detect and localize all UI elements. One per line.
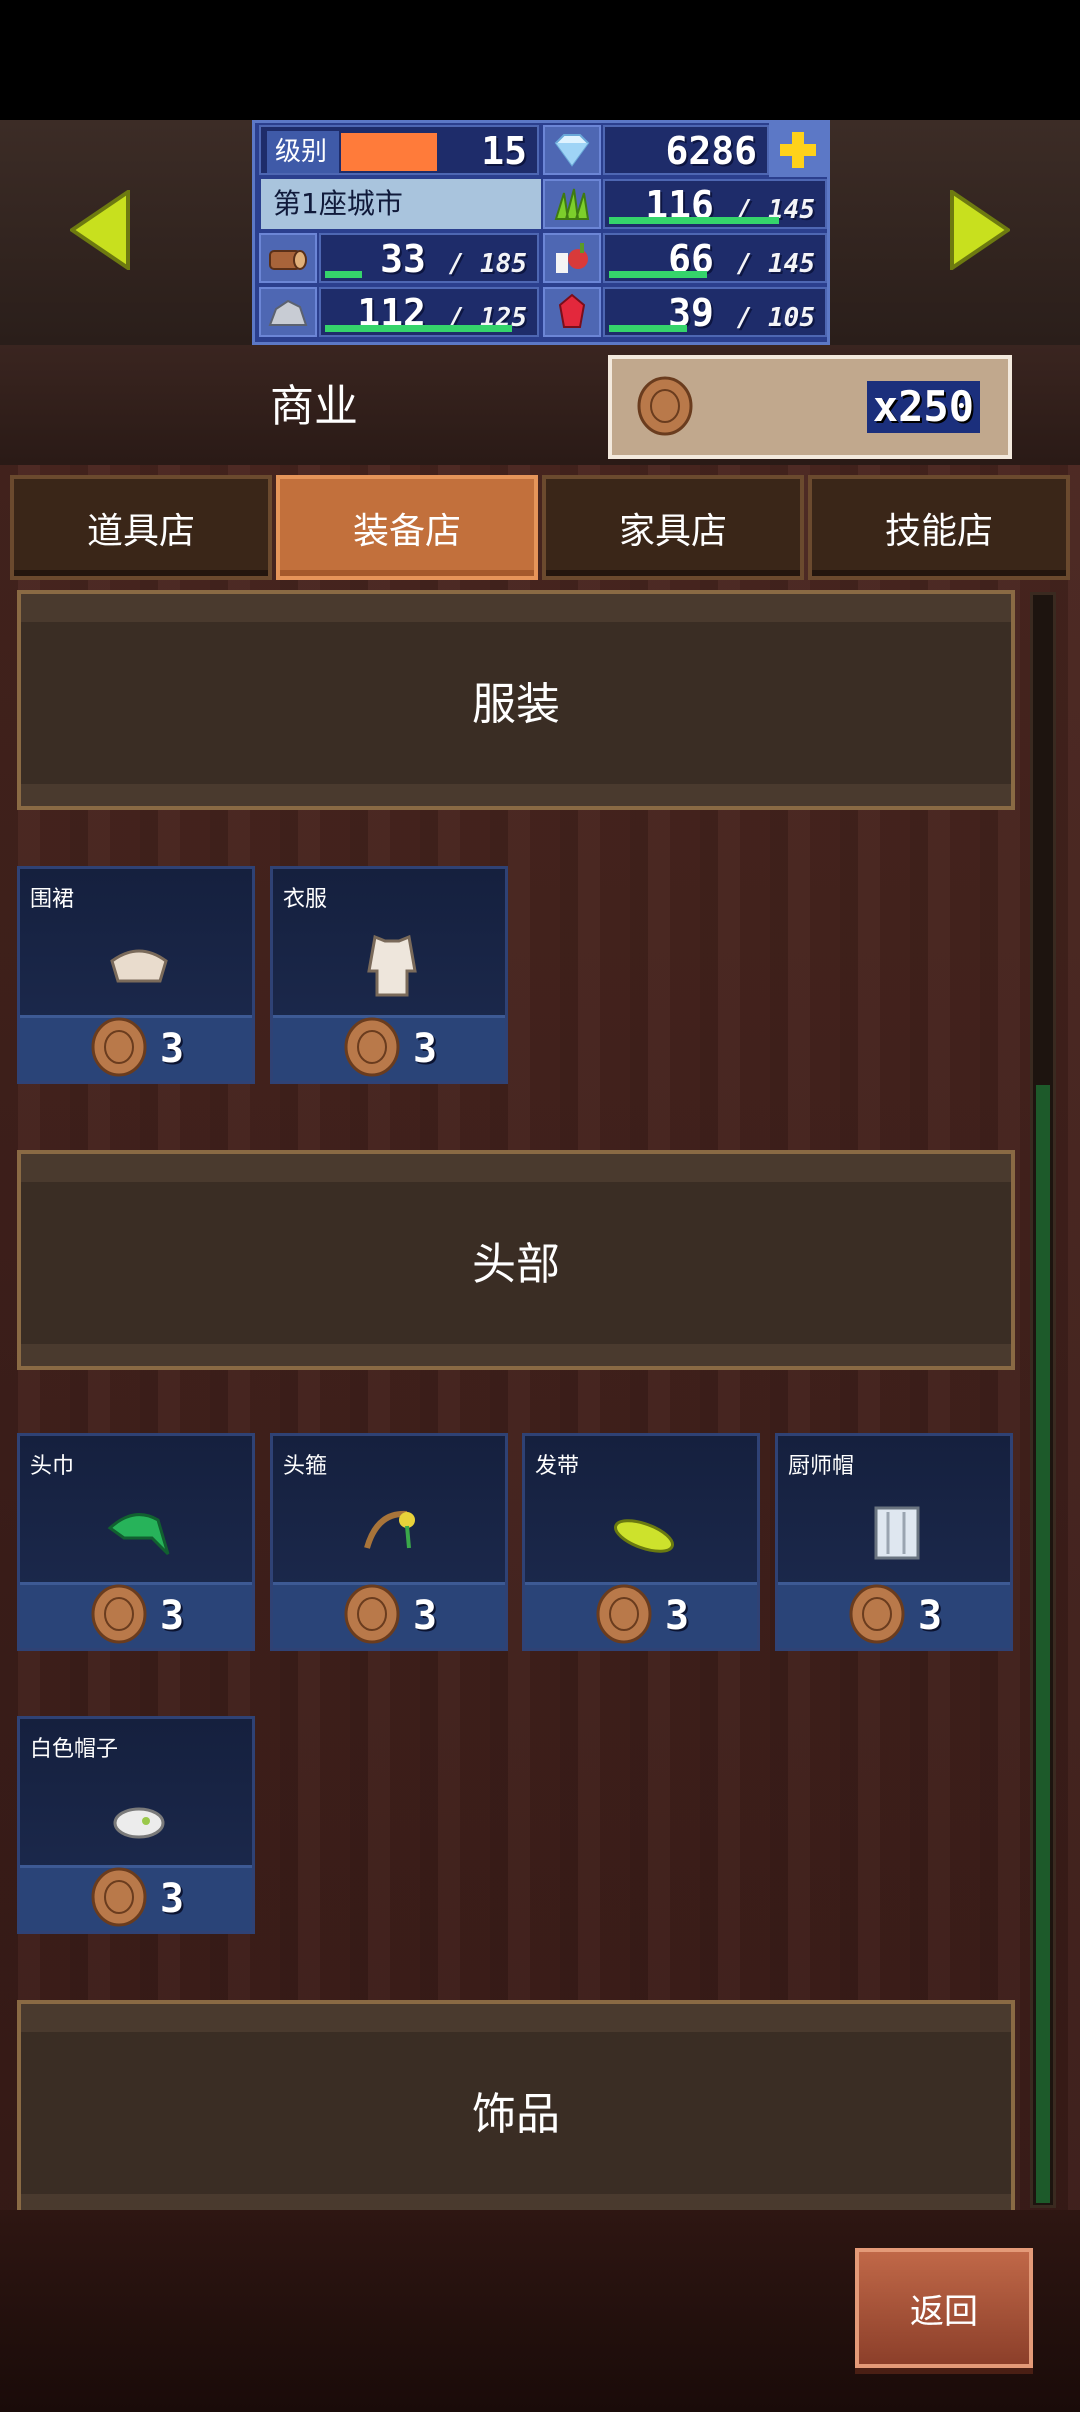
item-name: 头巾 xyxy=(30,1454,75,1479)
gems-cell: 6286 xyxy=(603,125,769,175)
level-progress-bar xyxy=(341,133,437,171)
ruby-icon xyxy=(543,287,601,337)
item-price: 3 xyxy=(525,1582,757,1648)
item-price: 3 xyxy=(273,1582,505,1648)
wood-cell: 33 / 185 xyxy=(319,233,539,283)
gem-icon xyxy=(543,125,601,175)
log-icon xyxy=(344,1017,400,1077)
arrow-right-icon xyxy=(950,188,1012,272)
item-name: 衣服 xyxy=(283,887,328,912)
item-price-value: 3 xyxy=(413,1593,438,1639)
item-card-hairband[interactable]: 发带 3 xyxy=(522,1433,760,1651)
item-card-apron[interactable]: 围裙 3 xyxy=(17,866,255,1084)
scrollbar[interactable] xyxy=(1030,592,1056,2208)
item-price: 3 xyxy=(273,1015,505,1081)
item-price-value: 3 xyxy=(160,1876,185,1922)
page-title: 商业 xyxy=(270,381,358,432)
level-value: 15 xyxy=(481,129,527,173)
level-cell: 级别 15 xyxy=(259,125,539,175)
item-price: 3 xyxy=(20,1582,252,1648)
stone-icon xyxy=(259,287,317,337)
add-gems-button[interactable] xyxy=(769,123,827,177)
plants-progress xyxy=(609,217,779,224)
white-hat-icon xyxy=(113,1807,165,1839)
item-price-value: 3 xyxy=(160,1593,185,1639)
commerce-header: 商业 x250 xyxy=(0,345,1080,465)
plant-icon xyxy=(543,179,601,229)
log-icon xyxy=(637,376,693,436)
city-name: 第1座城市 xyxy=(261,179,541,229)
category-clothing: 服装 xyxy=(17,590,1015,810)
food-icon xyxy=(543,233,601,283)
item-price-value: 3 xyxy=(918,1593,943,1639)
item-card-clothes[interactable]: 衣服 3 xyxy=(270,866,508,1084)
footer: 返回 xyxy=(0,2210,1080,2412)
wood-count: x250 xyxy=(866,381,980,433)
item-price-value: 3 xyxy=(413,1026,438,1072)
gems-value: 6286 xyxy=(665,129,757,173)
bandana-icon xyxy=(107,1513,170,1556)
food-max: 145 xyxy=(768,249,815,279)
next-city-arrow[interactable] xyxy=(950,188,1012,272)
log-icon xyxy=(849,1584,905,1644)
arrow-left-icon xyxy=(68,188,130,272)
item-name: 围裙 xyxy=(30,887,75,912)
ruby-max: 105 xyxy=(768,303,815,333)
ruby-cell: 39 / 105 xyxy=(603,287,827,337)
item-name: 发带 xyxy=(535,1454,580,1479)
wood-counter: x250 xyxy=(608,355,1012,459)
log-icon xyxy=(91,1017,147,1077)
resource-panel: 级别 15 6286 第1座城市 116 / 145 33 / 185 66 /… xyxy=(252,120,830,345)
plants-cell: 116 / 145 xyxy=(603,179,827,229)
stone-cell: 112 / 125 xyxy=(319,287,539,337)
apron-icon xyxy=(110,949,168,983)
item-list[interactable]: 服装 围裙 3 衣服 3 头部 头巾 3 头箍 3 发带 3 厨师帽 3 白色帽… xyxy=(0,590,1035,2210)
status-bar xyxy=(0,0,1080,120)
previous-city-arrow[interactable] xyxy=(68,188,130,272)
clothes-icon xyxy=(367,934,417,997)
item-price-value: 3 xyxy=(665,1593,690,1639)
item-card-bandana[interactable]: 头巾 3 xyxy=(17,1433,255,1651)
item-price-value: 3 xyxy=(160,1026,185,1072)
item-card-headband[interactable]: 头箍 3 xyxy=(270,1433,508,1651)
item-card-chef-hat[interactable]: 厨师帽 3 xyxy=(775,1433,1013,1651)
item-name: 白色帽子 xyxy=(30,1737,119,1762)
back-button[interactable]: 返回 xyxy=(855,2248,1033,2368)
log-icon xyxy=(596,1584,652,1644)
item-name: 头箍 xyxy=(283,1454,328,1479)
wood-icon xyxy=(259,233,317,283)
item-price: 3 xyxy=(20,1015,252,1081)
category-accessories: 饰品 xyxy=(17,2000,1015,2210)
shop-tabs: 道具店 装备店 家具店 技能店 xyxy=(10,475,1072,580)
item-name: 厨师帽 xyxy=(788,1454,855,1479)
stone-progress xyxy=(325,325,512,332)
wood-max: 185 xyxy=(480,249,527,279)
tab-equipment-shop[interactable]: 装备店 xyxy=(276,475,538,580)
tab-item-shop[interactable]: 道具店 xyxy=(10,475,272,580)
wood-stat: 33 / 185 xyxy=(380,237,527,281)
wood-progress xyxy=(325,271,362,278)
category-head: 头部 xyxy=(17,1150,1015,1370)
item-price: 3 xyxy=(20,1865,252,1931)
ruby-progress xyxy=(609,325,687,332)
top-panel: 级别 15 6286 第1座城市 116 / 145 33 / 185 66 /… xyxy=(0,120,1080,345)
item-price: 3 xyxy=(778,1582,1010,1648)
tab-skill-shop[interactable]: 技能店 xyxy=(808,475,1070,580)
tab-furniture-shop[interactable]: 家具店 xyxy=(542,475,804,580)
headband-icon xyxy=(364,1510,415,1549)
wood-value: 33 xyxy=(380,237,426,281)
hairband-icon xyxy=(614,1519,674,1553)
log-icon xyxy=(344,1584,400,1644)
item-card-white-hat[interactable]: 白色帽子 3 xyxy=(17,1716,255,1934)
log-icon xyxy=(91,1867,147,1927)
food-progress xyxy=(609,271,707,278)
level-label: 级别 xyxy=(267,131,339,173)
chef-hat-icon xyxy=(874,1506,920,1560)
ruby-stat: 39 / 105 xyxy=(668,291,815,335)
food-cell: 66 / 145 xyxy=(603,233,827,283)
scroll-thumb[interactable] xyxy=(1036,1085,1050,2203)
log-icon xyxy=(91,1584,147,1644)
plus-icon xyxy=(780,132,816,168)
